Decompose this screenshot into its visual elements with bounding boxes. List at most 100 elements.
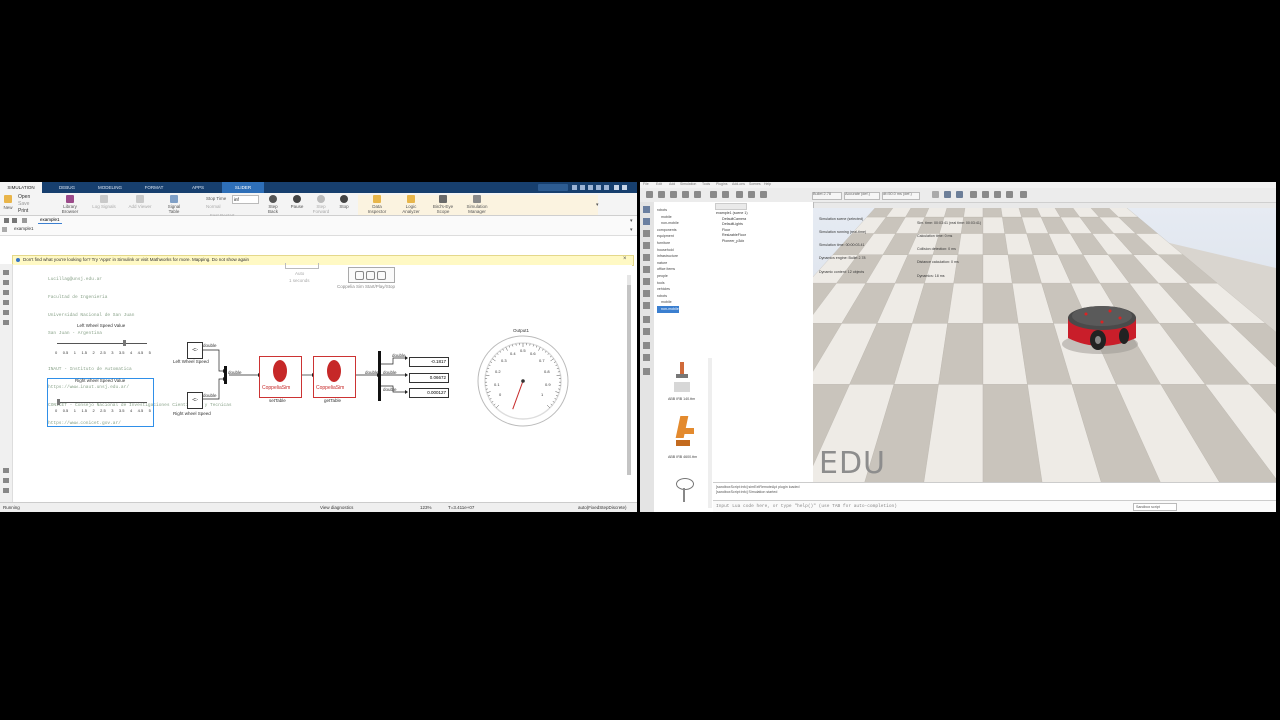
area-icon[interactable]	[3, 320, 9, 325]
ribbon-expand-icon[interactable]: ▾	[596, 202, 599, 208]
model-folder[interactable]: vehicles	[657, 286, 679, 293]
display-2[interactable]: 0.06672	[409, 373, 449, 383]
accuracy-select[interactable]: Accurate (def.)	[844, 192, 880, 200]
model-canvas[interactable]: Lucillag@unsj.edu.ar Facultad de Ingenie…	[13, 263, 632, 501]
zoom-in-icon[interactable]	[3, 280, 9, 285]
layers-icon[interactable]	[643, 354, 650, 361]
model-folder[interactable]: infrastructure	[657, 253, 679, 260]
model-folder[interactable]: office items	[657, 266, 679, 273]
model-folder[interactable]: non-mobile	[657, 220, 679, 227]
new-button[interactable]: New	[2, 195, 14, 211]
left-wheel-constant[interactable]: -C-	[187, 342, 203, 359]
forward-icon[interactable]	[12, 218, 17, 223]
stop-icon[interactable]	[956, 191, 963, 198]
breadcrumb[interactable]: example1	[14, 226, 34, 232]
3d-viewport[interactable]: Simulation scene (selected) Simulation r…	[813, 208, 1276, 482]
model-folder[interactable]: people	[657, 273, 679, 280]
get-table-block[interactable]: CoppeliaSim	[313, 356, 356, 398]
tab-format[interactable]: FORMAT	[136, 182, 172, 193]
model-folder[interactable]: mobile	[657, 299, 679, 306]
open-button[interactable]: Open	[18, 195, 30, 200]
print-button[interactable]: Print	[18, 209, 28, 214]
calculation-icon[interactable]	[643, 266, 650, 273]
lua-input[interactable]: Input Lua code here, or type "help()" (u…	[716, 504, 897, 509]
timestep-select[interactable]: dt=50.0 ms (def.)	[882, 192, 920, 200]
pause-icon[interactable]	[944, 191, 951, 198]
model-folder[interactable]: components	[657, 227, 679, 234]
engine-select[interactable]: Bullet 2.78	[812, 192, 842, 200]
thread-icon[interactable]	[1006, 191, 1013, 198]
model-browser-icon[interactable]	[3, 468, 9, 473]
shapes-icon[interactable]	[643, 302, 650, 309]
save-icon[interactable]	[572, 185, 577, 190]
camera-rotate-icon[interactable]	[658, 191, 665, 198]
model-folder-selected[interactable]: non-mobile	[657, 305, 679, 313]
tab-debug[interactable]: DEBUG	[48, 182, 86, 193]
history-icon[interactable]	[643, 328, 650, 335]
model-folder[interactable]: mobile	[657, 214, 679, 221]
up-icon[interactable]	[22, 218, 27, 223]
tab-modeling[interactable]: MODELING	[90, 182, 130, 193]
log-signals-button[interactable]: Log Signals	[92, 195, 116, 210]
scripts-icon[interactable]	[643, 290, 650, 297]
camera-pan-icon[interactable]	[646, 191, 653, 198]
model-folder[interactable]: nature	[657, 260, 679, 267]
close-icon[interactable]	[622, 185, 627, 190]
minimize-icon[interactable]	[614, 185, 619, 190]
display-1[interactable]: -0.1817	[409, 357, 449, 367]
arrow-icon[interactable]	[3, 290, 9, 295]
expand-icon[interactable]	[3, 488, 9, 493]
search-field[interactable]	[538, 184, 568, 191]
logic-analyzer-button[interactable]: Logic Analyzer	[398, 195, 424, 214]
right-wheel-constant[interactable]: -C-	[187, 392, 203, 409]
set-table-block[interactable]: CoppeliaSim	[259, 356, 302, 398]
scene-root[interactable]: example1 (scene 1)	[716, 211, 748, 217]
play-icon[interactable]	[932, 191, 939, 198]
menu-edit[interactable]: Edit	[656, 182, 662, 187]
object-shift-icon[interactable]	[710, 191, 717, 198]
fast-icon[interactable]	[994, 191, 1001, 198]
mux-block[interactable]	[224, 366, 227, 384]
menu-simulation[interactable]: Simulation	[680, 182, 696, 187]
tab-simulation[interactable]: SIMULATION	[0, 182, 42, 193]
stop-button[interactable]: Stop	[336, 195, 352, 210]
object-rotate-icon[interactable]	[722, 191, 729, 198]
display-3[interactable]: 0.000127	[409, 388, 449, 398]
robot-thumbnail-2[interactable]	[672, 414, 698, 452]
script-select[interactable]: Sandbox script	[1133, 503, 1177, 511]
menu-file[interactable]: File	[643, 182, 649, 187]
model-folder[interactable]: robots	[657, 293, 679, 300]
bird-eye-scope-button[interactable]: Bird's-Eye Scope	[430, 195, 456, 214]
stop-time-input[interactable]: inf	[232, 195, 259, 204]
scrollbar-thumb[interactable]	[627, 285, 631, 475]
demux-block[interactable]	[378, 351, 381, 401]
undo-icon[interactable]	[580, 185, 585, 190]
vertical-scrollbar[interactable]	[627, 275, 631, 475]
simulation-manager-button[interactable]: Simulation Manager	[462, 195, 492, 214]
gear-icon[interactable]	[643, 368, 650, 375]
scene-selector-icon[interactable]	[643, 242, 650, 249]
model-browser-icon[interactable]	[643, 206, 650, 213]
redo-icon[interactable]	[588, 185, 593, 190]
tab-menu-icon[interactable]: ▾	[630, 218, 633, 224]
model-folder[interactable]: tools	[657, 280, 679, 287]
robot-thumbnail-1[interactable]	[672, 360, 692, 394]
back-icon[interactable]	[4, 218, 9, 223]
visualization-icon[interactable]	[1020, 191, 1027, 198]
save-button[interactable]: Save	[18, 202, 29, 207]
scene-hierarchy-icon[interactable]	[643, 218, 650, 225]
undo-icon[interactable]	[748, 191, 755, 198]
explorer-icon[interactable]	[2, 227, 7, 232]
slow-icon[interactable]	[982, 191, 989, 198]
help-icon[interactable]	[596, 185, 601, 190]
breadcrumb-dropdown-icon[interactable]: ▾	[630, 227, 633, 233]
zoom-fit-icon[interactable]	[3, 270, 9, 275]
menu-scenes[interactable]: Scenes	[749, 182, 761, 187]
fit-view-icon[interactable]	[694, 191, 701, 198]
settings-icon[interactable]	[604, 185, 609, 190]
model-folder[interactable]: household	[657, 247, 679, 254]
user-settings-icon[interactable]	[643, 316, 650, 323]
scene-object[interactable]: Pioneer_p3dx	[716, 239, 748, 245]
menu-tools[interactable]: Tools	[702, 182, 710, 187]
menu-plugins[interactable]: Plugins	[716, 182, 727, 187]
